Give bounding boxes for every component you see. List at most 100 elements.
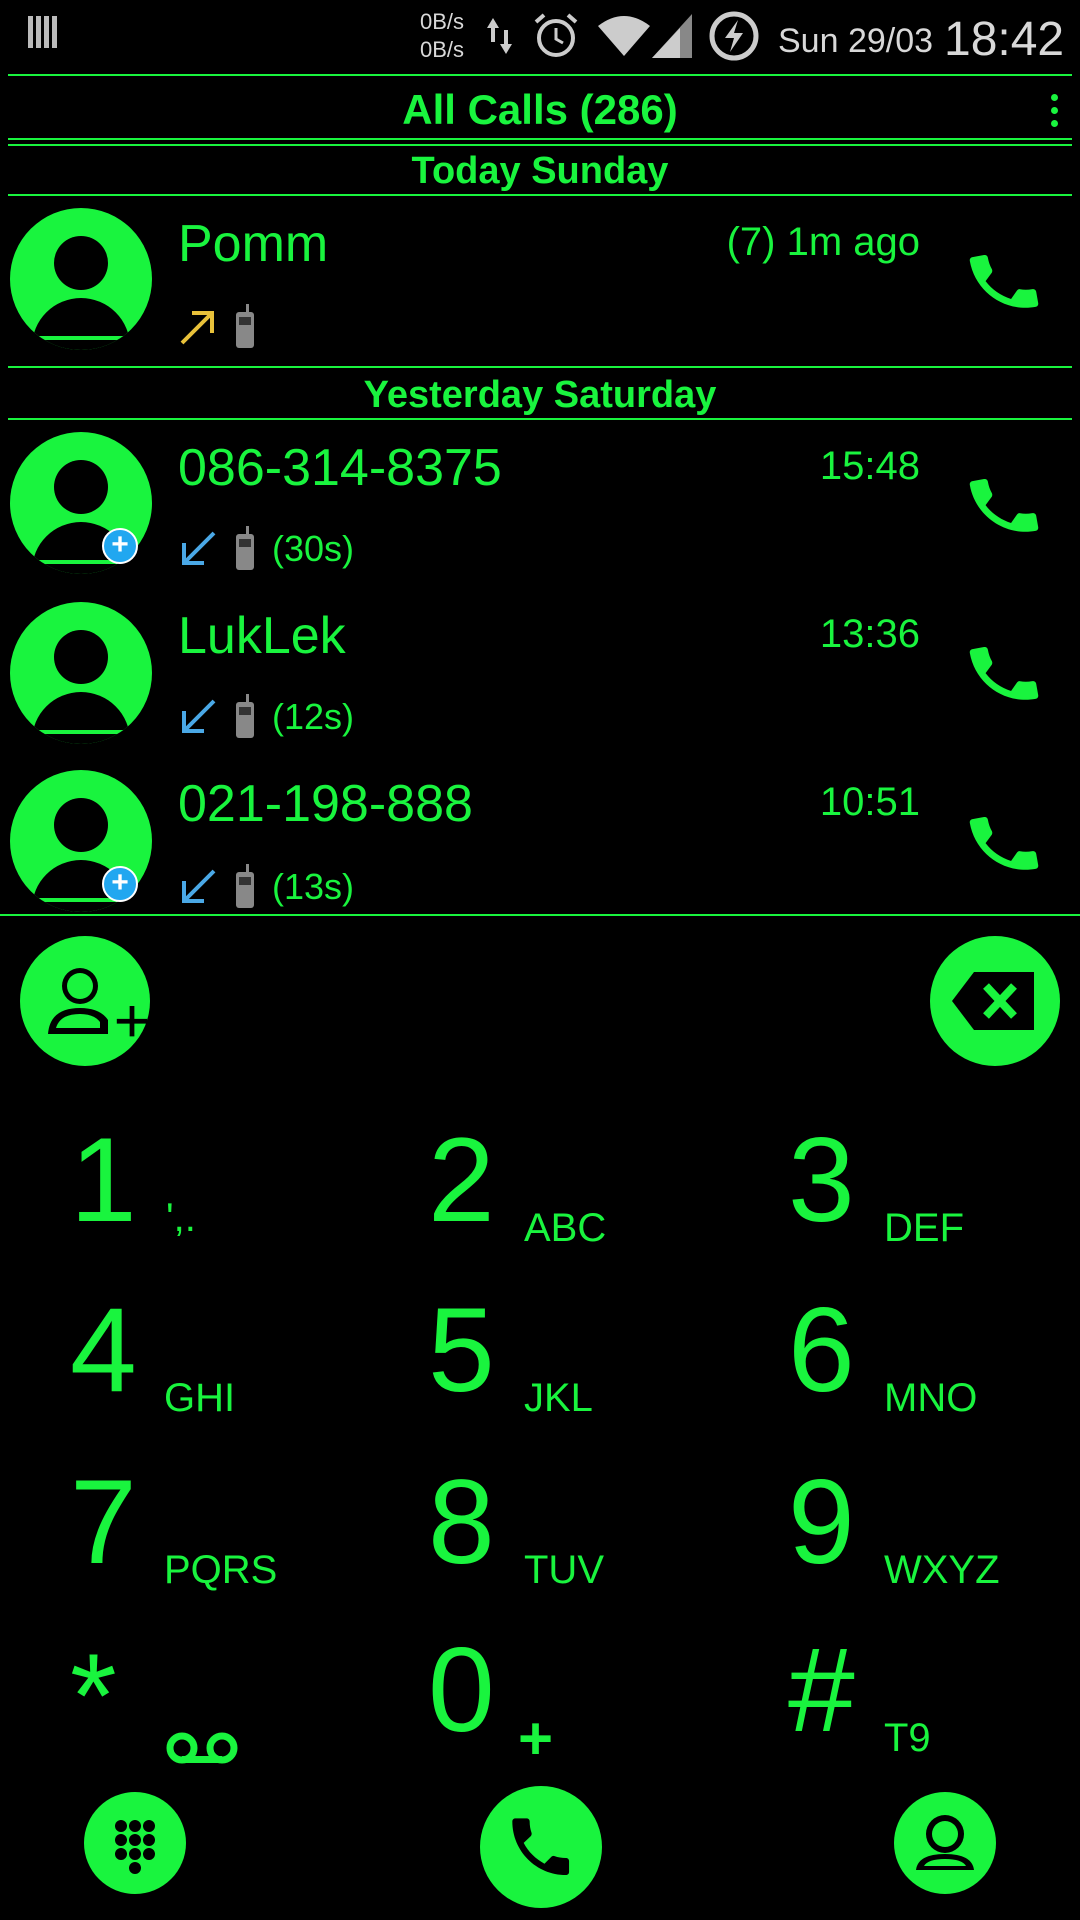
key-digit: 2 (428, 1113, 495, 1247)
net-down-label: 0B/s (420, 37, 465, 62)
key-digit: 6 (788, 1283, 855, 1417)
call-duration: (13s) (272, 866, 355, 907)
divider (8, 194, 1072, 196)
key-letters: + (518, 1705, 554, 1772)
status-date: Sun 29/03 (778, 22, 934, 60)
key-digit: 7 (70, 1455, 137, 1589)
call-back-icon[interactable] (964, 466, 1044, 546)
call-duration: (30s) (272, 528, 355, 569)
dialpad-icon (115, 1820, 155, 1874)
key-letters: ',. (166, 1196, 196, 1240)
avatar[interactable] (10, 602, 152, 744)
key-letters: WXYZ (884, 1548, 1000, 1592)
call-button[interactable] (480, 1786, 602, 1908)
key-letters: GHI (164, 1376, 236, 1420)
key-6[interactable]: 6 MNO (788, 1290, 1080, 1460)
divider (8, 418, 1072, 420)
key-3[interactable]: 3 DEF (788, 1120, 1080, 1290)
key-8[interactable]: 8 TUV (428, 1462, 768, 1632)
network-speed: 0B/s 0B/s (420, 8, 464, 64)
call-time: 10:51 (819, 780, 920, 824)
key-digit: 8 (428, 1455, 495, 1589)
key-2[interactable]: 2 ABC (428, 1120, 768, 1290)
mobile-phone-icon (236, 864, 254, 908)
key-7[interactable]: 7 PQRS (70, 1462, 410, 1632)
key-9[interactable]: 9 WXYZ (788, 1462, 1080, 1632)
call-back-icon[interactable] (964, 242, 1044, 322)
key-0[interactable]: 0 + (428, 1630, 768, 1800)
call-log-row[interactable]: + 021-198-888 10:51 (13s) (0, 770, 1080, 938)
page-title[interactable]: All Calls (286) (0, 86, 1080, 134)
divider (8, 366, 1072, 368)
call-log-row[interactable]: + 086-314-8375 15:48 (30s) (0, 432, 1080, 600)
data-transfer-icon (487, 18, 512, 54)
key-digit: # (788, 1623, 855, 1757)
status-bar: 0B/s 0B/s Sun 29/03 18:42 (0, 0, 1080, 72)
divider (8, 138, 1072, 140)
phone-icon (512, 1818, 570, 1876)
key-digit: 1 (70, 1113, 137, 1247)
call-back-icon[interactable] (964, 634, 1044, 714)
key-letters: MNO (884, 1376, 978, 1420)
key-4[interactable]: 4 GHI (70, 1290, 410, 1460)
notification-bars-icon (28, 16, 57, 48)
key-digit: 4 (70, 1283, 137, 1417)
key-letters: DEF (884, 1206, 964, 1250)
mobile-phone-icon (236, 694, 254, 738)
call-contact-name: 086-314-8375 (178, 439, 502, 497)
contacts-button[interactable] (894, 1792, 996, 1894)
mobile-phone-icon (236, 304, 254, 348)
key-digit: 0 (428, 1623, 495, 1757)
call-duration: (12s) (272, 696, 355, 737)
backspace-button[interactable] (930, 936, 1060, 1066)
contacts-icon (916, 1815, 974, 1870)
key-letters: TUV (524, 1548, 604, 1592)
section-header-today: Today Sunday (411, 150, 669, 192)
call-contact-name: 021-198-888 (178, 775, 473, 833)
outgoing-call-arrow-icon (180, 311, 214, 345)
call-contact-name: LukLek (178, 607, 346, 665)
status-clock: 18:42 (944, 13, 1065, 66)
signal-icon (652, 14, 692, 58)
incoming-call-arrow-icon (182, 699, 216, 733)
call-contact-name: Pomm (178, 215, 329, 273)
divider (8, 74, 1072, 76)
battery-charging-icon (709, 11, 759, 61)
overflow-menu-icon[interactable] (1048, 94, 1060, 132)
call-back-icon[interactable] (964, 804, 1044, 884)
call-meta: (12s) (178, 692, 354, 742)
add-contact-icon (48, 968, 148, 1037)
dialpad-toggle-button[interactable] (84, 1792, 186, 1894)
key-digit: 3 (788, 1113, 855, 1247)
key-letters: T9 (884, 1716, 931, 1760)
call-meta: (13s) (178, 862, 354, 912)
key-1[interactable]: 1 ',. (70, 1120, 410, 1290)
avatar[interactable] (10, 208, 152, 350)
key-letters: PQRS (164, 1548, 278, 1592)
call-log-row[interactable]: Pomm (7) 1m ago (0, 206, 1080, 374)
key-digit: * (70, 1629, 117, 1763)
add-contact-badge-icon[interactable]: + (102, 866, 138, 902)
incoming-call-arrow-icon (182, 531, 216, 565)
dial-keypad: 1 ',. 2 ABC 3 DEF 4 GHI 5 JKL 6 MNO 7 PQ… (0, 1090, 1080, 1790)
section-header-yesterday: Yesterday Saturday (363, 374, 717, 416)
call-log-row[interactable]: LukLek 13:36 (12s) (0, 600, 1080, 768)
call-meta: (30s) (178, 524, 354, 574)
call-time: (7) 1m ago (726, 220, 920, 264)
incoming-call-arrow-icon (182, 869, 216, 903)
key-letters: ABC (524, 1206, 607, 1250)
alarm-icon (534, 13, 578, 57)
divider (0, 914, 1080, 916)
key-digit: 9 (788, 1455, 855, 1589)
key-letters: JKL (524, 1376, 593, 1420)
key-star[interactable]: * (70, 1630, 410, 1800)
backspace-icon (952, 972, 1034, 1030)
call-time: 15:48 (819, 444, 920, 488)
key-digit: 5 (428, 1283, 495, 1417)
wifi-icon (598, 16, 650, 56)
key-hash[interactable]: # T9 (788, 1630, 1080, 1800)
add-contact-button[interactable] (20, 936, 150, 1066)
add-contact-badge-icon[interactable]: + (102, 528, 138, 564)
key-5[interactable]: 5 JKL (428, 1290, 768, 1460)
mobile-phone-icon (236, 526, 254, 570)
